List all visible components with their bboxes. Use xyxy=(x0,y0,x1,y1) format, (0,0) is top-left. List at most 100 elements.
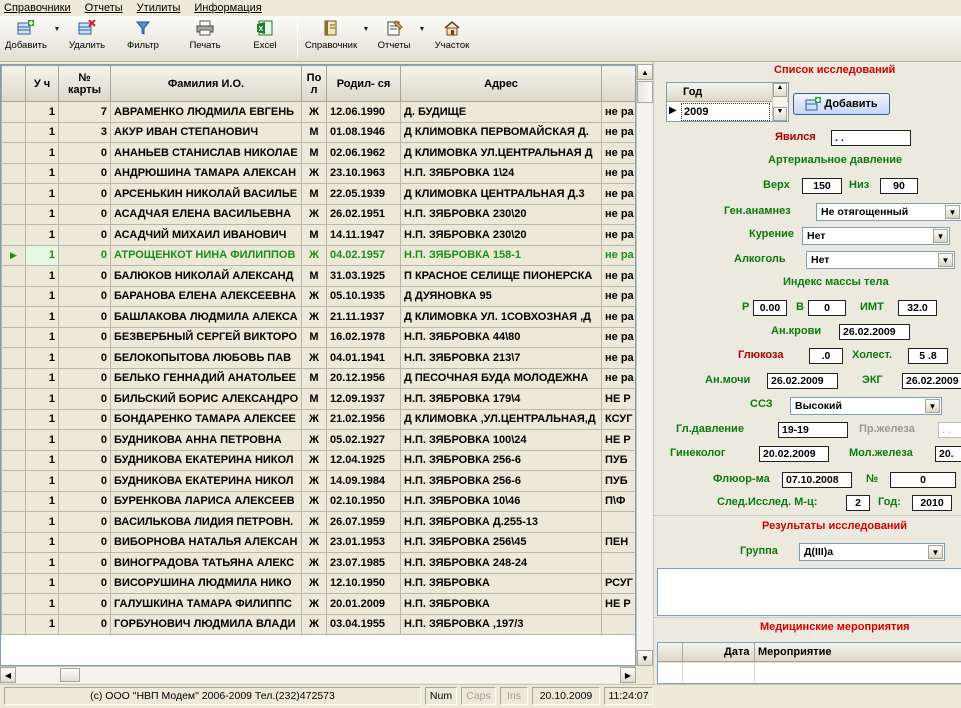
table-row[interactable]: 1 0 БУДНИКОВА ЕКАТЕРИНА НИКОЛ Ж 12.04.1925 Н.… xyxy=(1,449,635,471)
card-no-cell[interactable]: 0 xyxy=(58,552,111,574)
birth-date-cell[interactable]: 02.06.1962 xyxy=(326,142,401,164)
work-cell[interactable]: не ра xyxy=(601,203,635,225)
measures-col-date[interactable]: Дата xyxy=(724,646,749,658)
blood-field[interactable]: 26.02.2009 xyxy=(839,324,910,340)
appeared-field[interactable]: . . xyxy=(831,130,911,146)
address-cell[interactable]: Д КЛИМОВКА ПЕРВОМАЙСКАЯ Д. xyxy=(400,121,602,143)
birth-date-cell[interactable]: 31.03.1925 xyxy=(326,265,401,287)
chevron-down-icon[interactable]: ▼ xyxy=(925,399,940,413)
birth-date-cell[interactable]: 23.01.1953 xyxy=(326,531,401,553)
birth-date-cell[interactable]: 21.11.1937 xyxy=(326,306,401,328)
ssz-select[interactable]: Высокий ▼ xyxy=(790,397,942,415)
card-no-cell[interactable]: 0 xyxy=(58,244,111,266)
chevron-down-icon[interactable]: ▼ xyxy=(928,545,943,559)
year-grid-scrollbar[interactable]: ▲ ▼ xyxy=(772,83,787,121)
sex-cell[interactable]: М xyxy=(301,388,327,410)
name-cell[interactable]: БАЛЮКОВ НИКОЛАЙ АЛЕКСАНД xyxy=(110,265,302,287)
prostate-field[interactable]: . . xyxy=(938,422,961,438)
name-cell[interactable]: БЕЛЬКО ГЕННАДИЙ АНАТОЛЬЕЕ xyxy=(110,367,302,389)
sex-cell[interactable]: М xyxy=(301,326,327,348)
district-cell[interactable]: 1 xyxy=(25,347,59,369)
sex-cell[interactable]: Ж xyxy=(301,429,327,451)
table-row[interactable]: 1 0 БУРЕНКОВА ЛАРИСА АЛЕКСЕЕВ Ж 02.10.1950 Н.… xyxy=(1,490,635,512)
sex-cell[interactable]: М xyxy=(301,367,327,389)
add-exam-button[interactable]: Добавить xyxy=(793,93,890,115)
grid-horizontal-scrollbar[interactable]: ◀ ▶ xyxy=(0,666,636,683)
row-indicator[interactable] xyxy=(1,429,26,451)
row-indicator[interactable] xyxy=(1,511,26,533)
work-cell[interactable]: НЕ Р xyxy=(601,429,635,451)
district-cell[interactable]: 1 xyxy=(25,408,59,430)
address-cell[interactable]: Д ПЕСОЧНАЯ БУДА МОЛОДЕЖНА xyxy=(400,367,602,389)
menu-directories[interactable]: Справочники xyxy=(4,2,71,14)
row-indicator[interactable] xyxy=(1,408,26,430)
sex-cell[interactable]: Ж xyxy=(301,572,327,594)
district-button[interactable]: Участок xyxy=(427,16,477,60)
address-cell[interactable]: Д КЛИМОВКА УЛ.ЦЕНТРАЛЬНАЯ Д xyxy=(400,142,602,164)
year-grid[interactable]: Год ▶ 2009 ▲ ▼ xyxy=(666,82,789,122)
bp-lower-field[interactable]: 90 xyxy=(880,178,918,194)
work-cell[interactable]: РСУГ xyxy=(601,572,635,594)
table-row[interactable]: 1 0 ГОРБУНОВИЧ ЛЮДМИЛА ВЛАДИ Ж 03.04.1955 Н.П… xyxy=(1,613,635,635)
scroll-right-icon[interactable]: ▶ xyxy=(620,667,636,683)
address-cell[interactable]: П КРАСНОЕ СЕЛИЩЕ ПИОНЕРСКА xyxy=(400,265,602,287)
work-cell[interactable]: ПЕН xyxy=(601,531,635,553)
imt-field[interactable]: 32.0 xyxy=(898,300,937,316)
district-cell[interactable]: 1 xyxy=(25,470,59,492)
row-indicator[interactable] xyxy=(1,162,26,184)
sex-cell[interactable]: Ж xyxy=(301,613,327,635)
next-month-field[interactable]: 2 xyxy=(846,495,870,511)
row-indicator[interactable] xyxy=(1,183,26,205)
sex-cell[interactable]: М xyxy=(301,121,327,143)
menu-utilities[interactable]: Утилиты xyxy=(137,2,181,14)
name-cell[interactable]: АНАНЬЕВ СТАНИСЛАВ НИКОЛАЕ xyxy=(110,142,302,164)
glucose-field[interactable]: .0 xyxy=(809,348,843,364)
work-cell[interactable]: не ра xyxy=(601,162,635,184)
patients-grid[interactable]: У ч № карты Фамилия И.О. По л Родил- ся … xyxy=(0,64,636,666)
work-cell[interactable] xyxy=(601,613,635,635)
table-row[interactable]: 1 0 АРСЕНЬКИН НИКОЛАЙ ВАСИЛЬЕ М 22.05.1939 Д … xyxy=(1,183,635,205)
row-indicator[interactable] xyxy=(1,347,26,369)
district-cell[interactable]: 1 xyxy=(25,142,59,164)
table-row[interactable]: 1 0 БЕЗВЕРБНЫЙ СЕРГЕЙ ВИКТОРО М 16.02.1978 Н.… xyxy=(1,326,635,348)
card-no-cell[interactable]: 0 xyxy=(58,285,111,307)
sex-cell[interactable]: Ж xyxy=(301,306,327,328)
work-cell[interactable]: не ра xyxy=(601,367,635,389)
table-row[interactable]: 1 0 БЕЛОКОПЫТОВА ЛЮБОВЬ ПАВ Ж 04.01.1941 Н.П.… xyxy=(1,347,635,369)
work-cell[interactable]: НЕ Р xyxy=(601,388,635,410)
district-cell[interactable]: 1 xyxy=(25,306,59,328)
table-row[interactable]: 1 0 БУДНИКОВА АННА ПЕТРОВНА Ж 05.02.1927 Н.П.… xyxy=(1,429,635,451)
address-cell[interactable]: Н.П. ЗЯБРОВКА 256-6 xyxy=(400,470,602,492)
row-indicator[interactable] xyxy=(1,449,26,471)
measures-grid[interactable]: Дата Мероприятие xyxy=(657,642,961,684)
row-indicator[interactable] xyxy=(1,121,26,143)
table-row[interactable]: 1 3 АКУР ИВАН СТЕПАНОВИЧ М 01.08.1946 Д КЛИМО… xyxy=(1,121,635,143)
row-indicator[interactable] xyxy=(1,490,26,512)
district-cell[interactable]: 1 xyxy=(25,388,59,410)
birth-date-cell[interactable]: 20.01.2009 xyxy=(326,593,401,615)
district-cell[interactable]: 1 xyxy=(25,183,59,205)
address-cell[interactable]: Н.П. ЗЯБРОВКА xyxy=(400,572,602,594)
birth-date-cell[interactable]: 26.02.1951 xyxy=(326,203,401,225)
card-no-cell[interactable]: 0 xyxy=(58,183,111,205)
row-indicator[interactable] xyxy=(1,613,26,635)
address-cell[interactable]: Н.П. ЗЯБРОВКА 179\4 xyxy=(400,388,602,410)
birth-date-cell[interactable]: 21.02.1956 xyxy=(326,408,401,430)
row-indicator[interactable] xyxy=(1,388,26,410)
district-cell[interactable]: 1 xyxy=(25,224,59,246)
name-cell[interactable]: ВИНОГРАДОВА ТАТЬЯНА АЛЕКС xyxy=(110,552,302,574)
address-cell[interactable]: Д КЛИМОВКА ЦЕНТРАЛЬНАЯ Д.3 xyxy=(400,183,602,205)
card-no-cell[interactable]: 0 xyxy=(58,531,111,553)
table-row[interactable]: 1 0 ВИБОРНОВА НАТАЛЬЯ АЛЕКСАН Ж 23.01.1953 Н.… xyxy=(1,531,635,553)
scroll-left-icon[interactable]: ◀ xyxy=(0,667,16,683)
card-no-cell[interactable]: 0 xyxy=(58,265,111,287)
name-cell[interactable]: БАРАНОВА ЕЛЕНА АЛЕКСЕЕВНА xyxy=(110,285,302,307)
birth-date-cell[interactable]: 23.10.1963 xyxy=(326,162,401,184)
row-indicator[interactable] xyxy=(1,142,26,164)
address-cell[interactable]: Н.П. ЗЯБРОВКА 1\24 xyxy=(400,162,602,184)
name-cell[interactable]: БЕЗВЕРБНЫЙ СЕРГЕЙ ВИКТОРО xyxy=(110,326,302,348)
work-cell[interactable]: не ра xyxy=(601,101,635,123)
name-cell[interactable]: БОНДАРЕНКО ТАМАРА АЛЕКСЕЕ xyxy=(110,408,302,430)
work-cell[interactable]: ПУБ xyxy=(601,470,635,492)
birth-date-cell[interactable]: 05.10.1935 xyxy=(326,285,401,307)
